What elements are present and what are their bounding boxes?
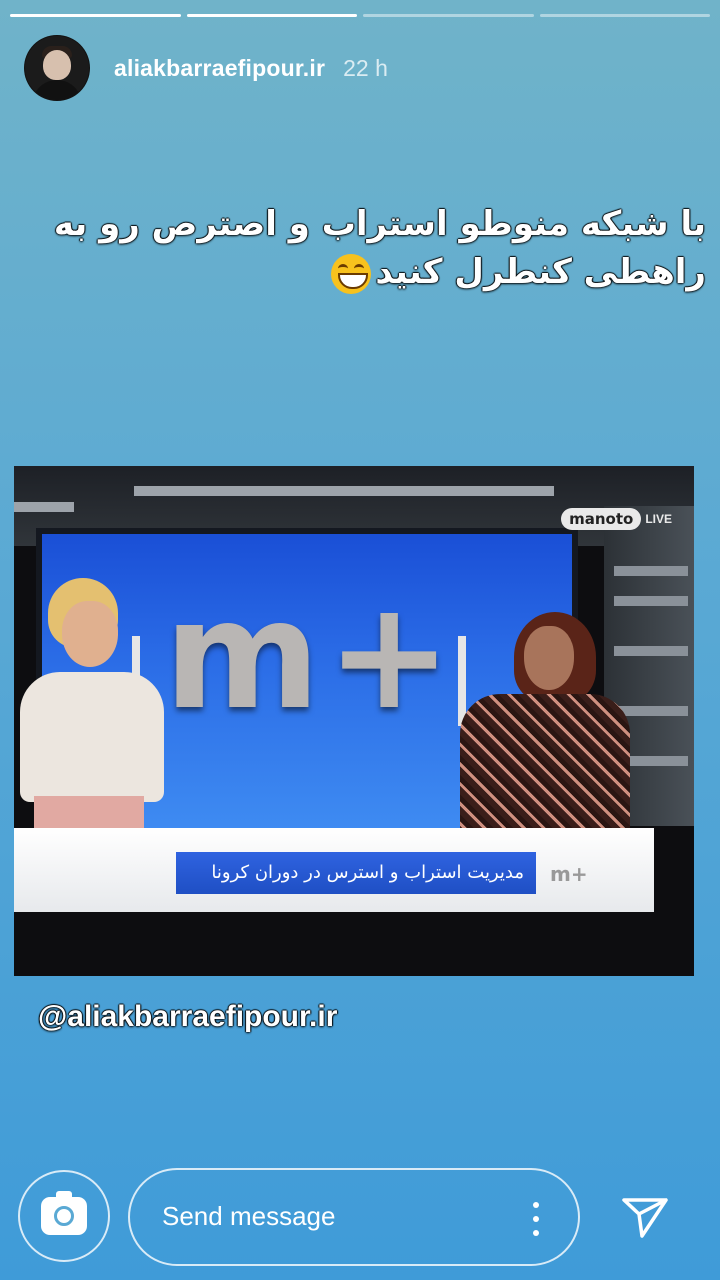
progress-segment (539, 14, 710, 17)
manoto-logo: manoto (561, 508, 642, 530)
mplus-small-logo: m+ (550, 862, 588, 886)
progress-segment (363, 14, 534, 17)
story-progress (10, 14, 710, 18)
send-icon[interactable] (620, 1194, 670, 1240)
presenter-right (460, 694, 630, 834)
watermark-handle: @aliakbarraefipour.ir (38, 1000, 338, 1033)
camera-icon (41, 1191, 87, 1235)
lower-third-caption: مدیریت استراب و استرس در دوران کرونا (176, 852, 536, 894)
presenter-left-face (62, 601, 118, 667)
story-caption: با شبکه منوطو استراب و اصترص رو به راهطی… (40, 200, 706, 296)
live-label: LIVE (645, 512, 672, 526)
reply-bar (0, 1168, 720, 1266)
camera-button[interactable] (18, 1170, 110, 1262)
manoto-live-badge: manoto LIVE (561, 508, 672, 530)
caption-line-2: راهطی کنطرل کنید (375, 252, 706, 292)
avatar[interactable] (24, 35, 90, 101)
studio-light (14, 502, 74, 512)
presenter-left (20, 672, 164, 802)
studio-light (134, 486, 554, 496)
caption-line-1: با شبکه منوطو استراب و اصترص رو به (53, 204, 706, 244)
story-header: aliakbarraefipour.ir 22 h (24, 35, 388, 101)
send-message-input[interactable] (160, 1200, 484, 1233)
post-time: 22 h (343, 54, 388, 81)
mplus-logo: m+ (164, 569, 458, 743)
progress-segment (186, 14, 357, 17)
tv-photo: m+ manoto LIVE مدیریت استراب و استرس در … (14, 466, 694, 976)
more-vertical-icon[interactable] (532, 1202, 540, 1236)
grinning-emoji-icon (331, 253, 372, 294)
presenter-right-face (524, 626, 574, 690)
username[interactable]: aliakbarraefipour.ir (114, 55, 325, 82)
progress-segment (10, 14, 181, 17)
message-box[interactable] (128, 1168, 580, 1266)
caption-line-2-wrap: راهطی کنطرل کنید (40, 248, 706, 296)
